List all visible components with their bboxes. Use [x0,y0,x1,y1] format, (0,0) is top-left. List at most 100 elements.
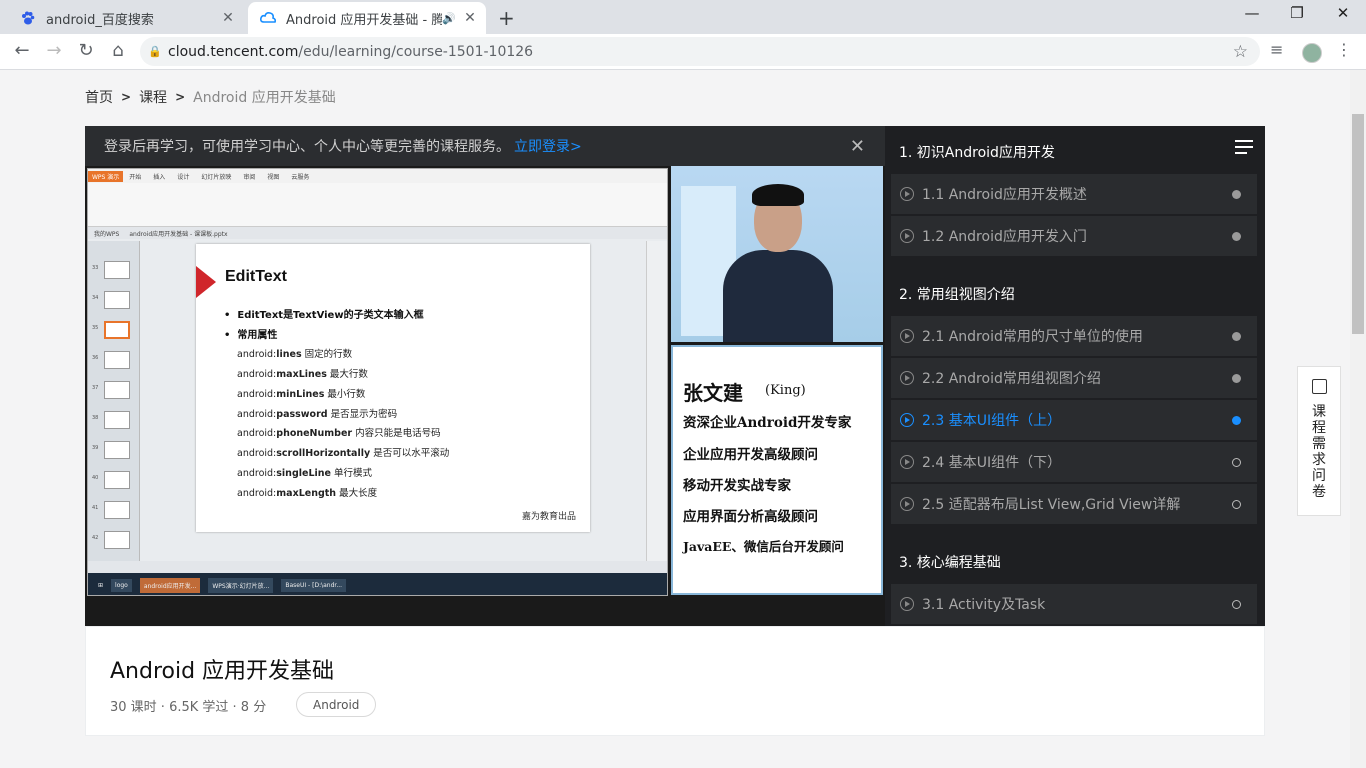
thumb-number: 42 [92,535,99,541]
reload-icon[interactable]: ↻ [74,40,98,61]
slide-thumbnail [104,381,130,399]
lesson-item[interactable]: 2.5 适配器布局List View,Grid View详解 [891,484,1257,524]
progress-dot [1232,499,1241,509]
progress-dot [1232,599,1241,609]
course-survey-button[interactable]: 课程需求问卷 [1297,366,1341,516]
restore-button[interactable]: ❐ [1274,4,1320,22]
close-window-button[interactable]: ✕ [1320,4,1366,22]
slide-thumbnail [104,531,130,549]
login-notice-banner: 登录后再学习，可使用学习中心、个人中心等更完善的课程服务。 立即登录> ✕ [85,126,885,166]
attr-desc: 内容只能是电话号码 [352,428,441,439]
red-triangle-marker [196,266,216,298]
scrollbar-thumb[interactable] [1352,114,1364,334]
play-circle-icon [900,455,914,469]
lesson-label: 1.1 Android应用开发概述 [922,187,1087,203]
breadcrumb-current: Android 应用开发基础 [193,90,336,106]
close-notice-button[interactable]: ✕ [850,136,865,157]
lesson-item[interactable]: 3.1 Activity及Task [891,584,1257,624]
play-circle-icon [900,229,914,243]
profile-avatar[interactable] [1302,43,1322,63]
reading-list-icon[interactable]: ≡ [1270,40,1283,59]
login-link[interactable]: 立即登录> [514,136,582,156]
back-arrow-icon[interactable]: ← [10,40,34,61]
slide-bullet-text: 常用属性 [237,330,278,341]
home-icon[interactable]: ⌂ [106,40,130,61]
chapter-title: 2. 常用组视图介绍 [899,287,1015,303]
lesson-item[interactable]: 1.1 Android应用开发概述 [891,174,1257,214]
breadcrumb-courses[interactable]: 课程 [139,87,167,107]
teacher-video [671,166,883,342]
address-bar[interactable]: 🔒 cloud.tencent.com /edu/learning/course… [140,37,1260,66]
tab-baidu[interactable]: android_百度搜索 ✕ [8,2,244,34]
more-menu-icon[interactable]: ⋮ [1336,40,1352,59]
speaker-icon[interactable]: 🔊 [442,12,460,25]
course-meta: 30 课时 · 6.5K 学过 · 8 分 [110,700,267,715]
wps-menu-item: 插入 [153,173,166,181]
play-circle-icon [900,329,914,343]
tab-close-button[interactable]: ✕ [460,10,480,26]
lesson-item[interactable]: 2.4 基本UI组件（下） [891,442,1257,482]
url-path: /edu/learning/course-1501-10126 [298,43,534,60]
lock-icon[interactable]: 🔒 [148,45,168,58]
bio-line: 移动开发实战专家 [683,478,791,494]
windows-taskbar: ⊞ logo android应用开发... WPS演示·幻灯片放... Base… [88,573,667,595]
lesson-item[interactable]: 2.2 Android常用组视图介绍 [891,358,1257,398]
attr-name: minLines [276,389,325,400]
progress-dot [1232,415,1241,425]
windows-start-icon: ⊞ [98,581,104,589]
survey-label: 课程需求问卷 [1312,404,1326,500]
attr-name: maxLines [276,369,327,380]
thumb-number: 37 [92,385,99,391]
slide-bullet: • EditText是TextView的子类文本输入框 [224,310,424,321]
presentation-slide: EditText • EditText是TextView的子类文本输入框 • 常… [196,244,590,532]
attr-name: maxLength [276,488,337,499]
wps-menu-item: 审阅 [243,173,256,181]
wps-screen-recording: WPS 演示 开始 插入 设计 幻灯片放映 审阅 视图 云服务 我的WPS an… [87,168,668,596]
slide-thumbnail [104,471,130,489]
tab-tencent[interactable]: Android 应用开发基础 - 腾讯 🔊 ✕ [248,2,486,34]
attr-desc: 是否显示为密码 [327,409,398,420]
page-scrollbar[interactable] [1350,70,1366,768]
browser-toolbar: ← → ↻ ⌂ 🔒 cloud.tencent.com /edu/learnin… [0,34,1366,70]
progress-dot [1232,457,1241,467]
tab-title: android_百度搜索 [46,12,154,28]
lesson-item-current[interactable]: 2.3 基本UI组件（上） [891,400,1257,440]
new-tab-button[interactable]: + [498,6,515,30]
bookmark-star-icon[interactable]: ☆ [1233,42,1248,62]
play-circle-icon [900,371,914,385]
survey-icon [1311,379,1327,394]
minimize-button[interactable]: — [1229,4,1275,22]
tencent-cloud-icon [260,10,276,26]
breadcrumb-home[interactable]: 首页 [85,87,113,107]
course-title: Android 应用开发基础 [110,659,335,684]
slide-bullet: • 常用属性 [224,330,278,341]
wps-app-button: WPS 演示 [88,170,124,182]
slide-thumbnail [104,411,130,429]
slide-thumbnail [104,321,130,339]
slide-attr-line: android:lines 固定的行数 [237,346,352,360]
thumb-number: 41 [92,505,99,511]
wps-doc-tab: android应用开发基础 - 课课板.pptx [129,230,228,238]
slide-attr-line: android:minLines 最小行数 [237,386,365,400]
slide-thumbnail [104,261,130,279]
course-tag[interactable]: Android [296,692,377,717]
attr-prefix: android: [237,389,277,400]
playlist-menu-icon[interactable] [1235,140,1253,158]
chapter-title: 1. 初识Android应用开发 [899,145,1055,161]
forward-arrow-icon[interactable]: → [42,40,66,61]
progress-dot [1232,331,1241,341]
slide-thumbnail [104,501,130,519]
thumb-number: 39 [92,445,99,451]
taskbar-item: logo [111,578,132,592]
teacher-hair [752,184,804,206]
tab-close-button[interactable]: ✕ [218,10,238,26]
thumb-number: 36 [92,355,99,361]
bio-line: JavaEE、微信后台开发顾问 [683,539,844,554]
attr-name: phoneNumber [276,428,353,439]
lesson-item[interactable]: 2.1 Android常用的尺寸单位的使用 [891,316,1257,356]
slide-attr-line: android:singleLine 单行模式 [237,465,372,479]
slide-title: EditText [225,268,287,285]
attr-prefix: android: [237,488,277,499]
wps-menu-item: 视图 [267,173,280,181]
lesson-item[interactable]: 1.2 Android应用开发入门 [891,216,1257,256]
